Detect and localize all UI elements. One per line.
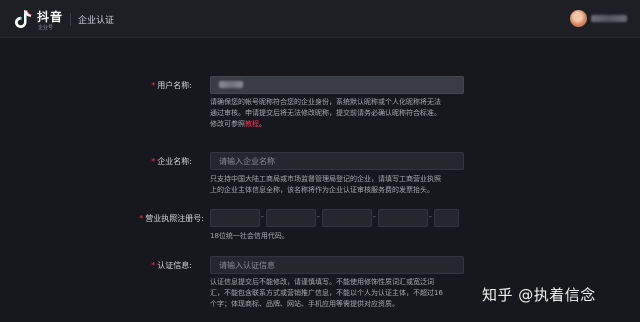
company-name-label: * 企业名称:	[151, 157, 192, 166]
license-segment-4[interactable]	[378, 209, 428, 227]
license-separator: -	[317, 212, 320, 221]
douyin-logo-icon[interactable]	[14, 9, 32, 29]
license-separator: -	[429, 212, 432, 221]
license-number-label: * 营业执照注册号:	[139, 214, 204, 223]
cert-info-label: * 认证信息:	[151, 261, 192, 270]
avatar[interactable]	[570, 10, 587, 27]
header-divider	[70, 13, 71, 26]
license-segment-5[interactable]	[434, 209, 459, 227]
required-mark: *	[151, 81, 156, 90]
cert-info-hint: 认证信息提交后不能修改，请谨慎填写。不能使用修饰性质词汇或宽泛词 汇，不能包含联…	[210, 278, 443, 308]
zhihu-watermark: 知乎 @执着信念	[482, 286, 596, 304]
username-field[interactable]	[210, 76, 464, 94]
company-name-hint: 只支持中国大陆工商局或市场监督管理局登记的企业，请填写工商营业执照 上的企业主体…	[210, 175, 441, 194]
page-title: 企业认证	[78, 16, 115, 26]
license-separator: -	[261, 212, 264, 221]
license-hint: 18位统一社会信用代码。	[210, 232, 289, 240]
license-segment-1[interactable]	[210, 209, 260, 227]
cert-info-input[interactable]: 请输入认证信息	[210, 256, 464, 274]
logo-subtitle: 企业号	[38, 25, 54, 31]
username-value-blurred	[219, 81, 243, 88]
license-segment-2[interactable]	[266, 209, 316, 227]
username-label: * 用户名称:	[151, 81, 192, 90]
company-name-input[interactable]: 请输入企业名称	[210, 152, 464, 170]
username-blurred[interactable]	[591, 15, 627, 22]
license-separator: -	[373, 212, 376, 221]
tutorial-link[interactable]: 教程	[245, 120, 259, 128]
username-hint: 请确保您的帐号昵称符合您的企业身份，系统默认昵称或个人化昵称将无法 通过审核。申…	[210, 98, 441, 128]
logo-title[interactable]: 抖音	[37, 8, 63, 25]
license-segment-3[interactable]	[322, 209, 372, 227]
top-bar: 抖音 企业号 企业认证	[0, 0, 640, 38]
